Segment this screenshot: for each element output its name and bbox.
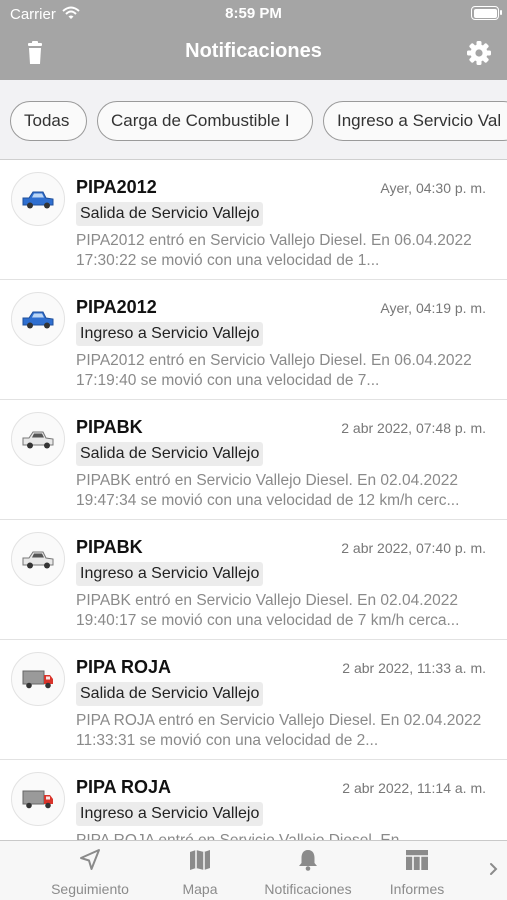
event-badge: Salida de Servicio Vallejo xyxy=(76,202,264,226)
notification-date: 2 abr 2022, 11:14 a. m. xyxy=(342,780,486,796)
filter-chip-carga-combustible[interactable]: Carga de Combustible I xyxy=(97,101,313,141)
notification-row[interactable]: PIPABK 2 abr 2022, 07:48 p. m. Salida de… xyxy=(0,400,507,520)
map-icon xyxy=(190,850,210,870)
location-arrow-icon xyxy=(80,849,100,870)
tab-label: Notificaciones xyxy=(264,881,352,897)
blue-pickup-icon xyxy=(22,191,54,209)
notification-row[interactable]: PIPA ROJA 2 abr 2022, 11:14 a. m. Ingres… xyxy=(0,760,507,840)
notification-row[interactable]: PIPA2012 Ayer, 04:19 p. m. Ingreso a Ser… xyxy=(0,280,507,400)
event-badge: Ingreso a Servicio Vallejo xyxy=(76,322,264,346)
bell-icon xyxy=(299,850,317,871)
notification-message: PIPA2012 entró en Servicio Vallejo Diese… xyxy=(76,232,472,269)
red-truck-icon xyxy=(22,670,53,689)
notification-message: PIPA ROJA entró en Servicio Vallejo Dies… xyxy=(76,712,482,749)
notification-row[interactable]: PIPA ROJA 2 abr 2022, 11:33 a. m. Salida… xyxy=(0,640,507,760)
notification-date: 2 abr 2022, 07:48 p. m. xyxy=(341,420,486,436)
vehicle-avatar xyxy=(11,412,65,466)
tab-notificaciones[interactable]: Notificaciones xyxy=(250,841,366,900)
vehicle-name: PIPABK xyxy=(76,537,143,557)
tab-mapa[interactable]: Mapa xyxy=(160,841,240,900)
tab-bar: Seguimiento Mapa Notificaciones Informes xyxy=(0,840,507,900)
vehicle-avatar xyxy=(11,652,65,706)
white-pickup-icon xyxy=(22,431,54,449)
status-bar: Carrier 8:59 PM xyxy=(0,0,507,28)
gear-icon[interactable] xyxy=(466,40,492,66)
battery-icon xyxy=(471,6,502,20)
tab-seguimiento[interactable]: Seguimiento xyxy=(40,841,140,900)
vehicle-avatar xyxy=(11,772,65,826)
notification-date: 2 abr 2022, 11:33 a. m. xyxy=(342,660,486,676)
table-icon xyxy=(406,850,428,870)
tab-informes[interactable]: Informes xyxy=(376,841,458,900)
red-truck-icon xyxy=(22,790,53,809)
event-badge: Salida de Servicio Vallejo xyxy=(76,442,264,466)
event-badge: Salida de Servicio Vallejo xyxy=(76,682,264,706)
filter-chip-todas[interactable]: Todas xyxy=(10,101,87,141)
vehicle-name: PIPABK xyxy=(76,417,143,437)
vehicle-name: PIPA2012 xyxy=(76,297,157,317)
page-title: Notificaciones xyxy=(185,40,322,62)
notification-date: 2 abr 2022, 07:40 p. m. xyxy=(341,540,486,556)
status-time: 8:59 PM xyxy=(225,5,282,22)
notification-message: PIPA2012 entró en Servicio Vallejo Diese… xyxy=(76,352,472,389)
filter-chip-bar: Todas Carga de Combustible I Ingreso a S… xyxy=(0,80,507,160)
white-pickup-icon xyxy=(22,551,54,569)
chevron-right-icon[interactable] xyxy=(487,859,501,879)
notification-list: PIPA2012 Ayer, 04:30 p. m. Salida de Ser… xyxy=(0,160,507,840)
notification-message: PIPABK entró en Servicio Vallejo Diesel.… xyxy=(76,472,460,509)
vehicle-avatar xyxy=(11,532,65,586)
event-badge: Ingreso a Servicio Vallejo xyxy=(76,802,264,826)
vehicle-avatar xyxy=(11,172,65,226)
tab-label: Informes xyxy=(389,881,445,897)
event-badge: Ingreso a Servicio Vallejo xyxy=(76,562,264,586)
vehicle-name: PIPA ROJA xyxy=(76,777,172,797)
vehicle-avatar xyxy=(11,292,65,346)
filter-chip-ingreso-servicio[interactable]: Ingreso a Servicio Val xyxy=(323,101,507,141)
vehicle-name: PIPA2012 xyxy=(76,177,157,197)
tab-label: Seguimiento xyxy=(51,881,129,897)
notification-row[interactable]: PIPABK 2 abr 2022, 07:40 p. m. Ingreso a… xyxy=(0,520,507,640)
notification-message: PIPABK entró en Servicio Vallejo Diesel.… xyxy=(76,592,460,629)
notification-message: PIPA ROJA entró en Servicio Vallejo Dies… xyxy=(76,831,488,840)
tab-label: Mapa xyxy=(182,881,218,897)
notification-date: Ayer, 04:30 p. m. xyxy=(380,180,486,196)
notification-row[interactable]: PIPA2012 Ayer, 04:30 p. m. Salida de Ser… xyxy=(0,160,507,280)
vehicle-name: PIPA ROJA xyxy=(76,657,172,677)
notification-date: Ayer, 04:19 p. m. xyxy=(380,300,486,316)
navigation-header: Carrier 8:59 PM Notificaciones xyxy=(0,0,507,80)
blue-pickup-icon xyxy=(22,311,54,329)
notifications-screen: Carrier 8:59 PM Notificaciones Todas Car… xyxy=(0,0,507,900)
